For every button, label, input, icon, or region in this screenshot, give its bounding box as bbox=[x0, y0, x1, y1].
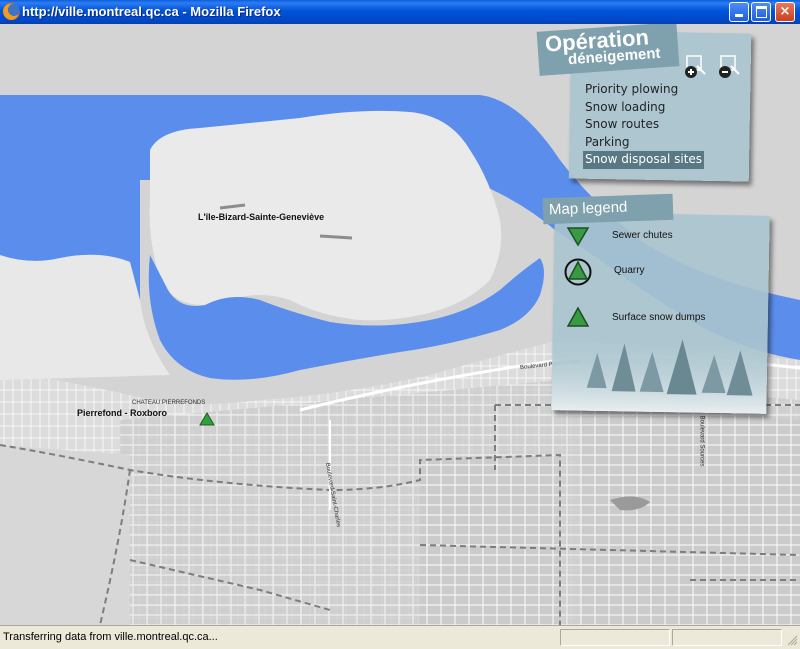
status-text: Transferring data from ville.montreal.qc… bbox=[3, 631, 218, 643]
window-title: http://ville.montreal.qc.ca - Mozilla Fi… bbox=[22, 4, 281, 19]
minimize-button[interactable] bbox=[729, 2, 749, 22]
firefox-icon bbox=[3, 3, 20, 20]
maximize-button[interactable] bbox=[751, 2, 771, 22]
menu-item-snow-routes[interactable]: Snow routes bbox=[583, 116, 704, 134]
map-view[interactable]: L'île-Bizard-Sainte-Geneviève Pierrefond… bbox=[0, 24, 800, 625]
map-label-ile-bizard: L'île-Bizard-Sainte-Geneviève bbox=[198, 212, 325, 222]
resize-grip-icon[interactable] bbox=[786, 634, 798, 646]
legend-item-surface-snow-dumps: Surface snow dumps bbox=[612, 312, 706, 323]
operation-menu: Priority plowing Snow loading Snow route… bbox=[583, 81, 705, 169]
map-label-pierrefonds: Pierrefond - Roxboro bbox=[77, 408, 168, 418]
title-bar: http://ville.montreal.qc.ca - Mozilla Fi… bbox=[0, 0, 800, 24]
menu-item-parking[interactable]: Parking bbox=[583, 134, 704, 152]
menu-item-priority-plowing[interactable]: Priority plowing bbox=[583, 81, 704, 99]
sewer-chutes-icon bbox=[566, 227, 590, 247]
map-label-chateau: CHATEAU PIERREFONDS bbox=[132, 400, 206, 406]
status-bar: Transferring data from ville.montreal.qc… bbox=[0, 625, 800, 649]
zoom-in-icon bbox=[685, 55, 706, 78]
legend-item-sewer-chutes: Sewer chutes bbox=[612, 230, 673, 241]
zoom-out-icon bbox=[719, 55, 740, 78]
status-cell bbox=[672, 629, 782, 646]
legend-title: Map legend bbox=[548, 198, 628, 219]
status-cell bbox=[560, 629, 670, 646]
zoom-in-button[interactable] bbox=[683, 54, 709, 80]
zoom-out-button[interactable] bbox=[717, 54, 743, 80]
surface-snow-dumps-icon bbox=[566, 306, 590, 327]
close-button[interactable]: × bbox=[775, 2, 795, 22]
quarry-icon bbox=[564, 258, 592, 286]
legend-item-quarry: Quarry bbox=[614, 265, 645, 276]
menu-item-snow-disposal-sites[interactable]: Snow disposal sites bbox=[583, 151, 705, 169]
map-label-street-right: Boulevard Sources bbox=[698, 415, 705, 467]
menu-item-snow-loading[interactable]: Snow loading bbox=[583, 99, 704, 117]
